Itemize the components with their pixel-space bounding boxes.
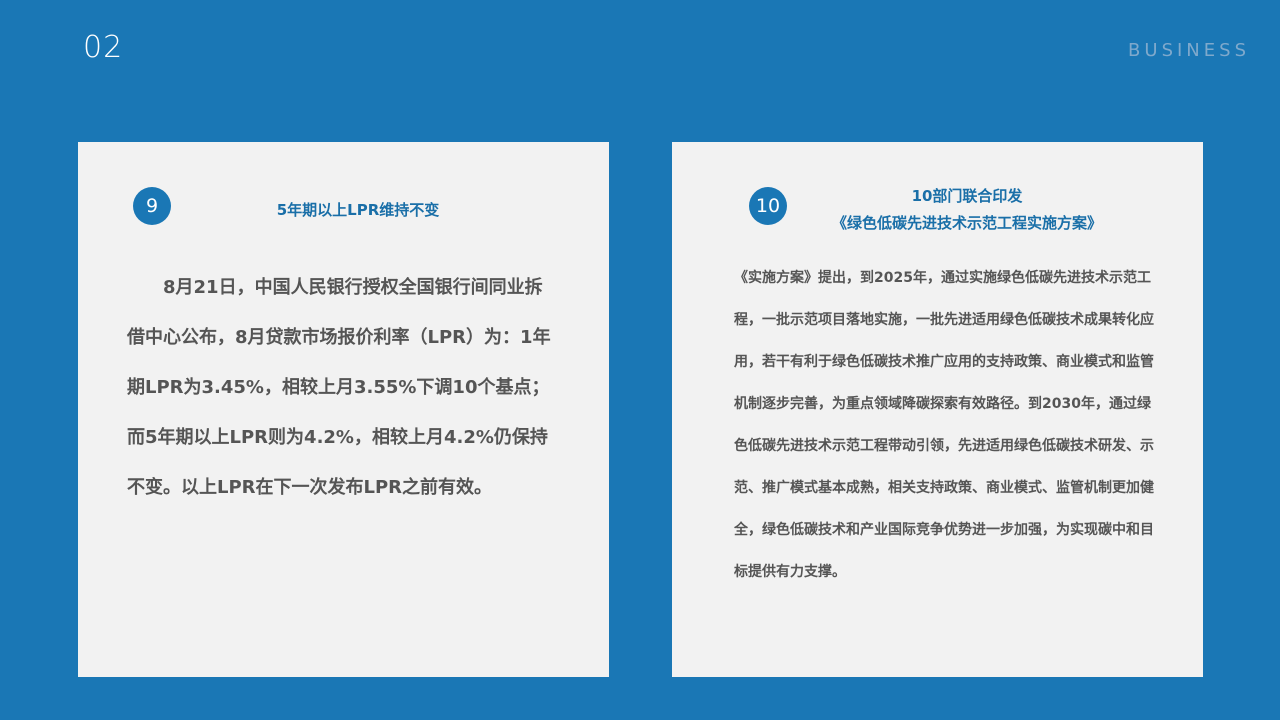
card-title-line: 《绿色低碳先进技术示范工程实施方案》 — [831, 214, 1102, 232]
card-body-text: 8月21日，中国人民银行授权全国银行间同业拆借中心公布，8月贷款市场报价利率（L… — [127, 277, 551, 498]
card-title: 10部门联合印发 《绿色低碳先进技术示范工程实施方案》 — [802, 183, 1132, 237]
card-title-line: 5年期以上LPR维持不变 — [276, 201, 440, 219]
card-body-text: 《实施方案》提出，到2025年，通过实施绿色低碳先进技术示范工程，一批示范项目落… — [734, 270, 1154, 580]
card-title-line: 10部门联合印发 — [911, 187, 1023, 205]
card-number-badge: 10 — [749, 187, 787, 225]
card-number-badge: 9 — [133, 187, 171, 225]
page-number: 02 — [83, 30, 124, 65]
brand-label: BUSINESS — [1128, 40, 1250, 61]
card-title: 5年期以上LPR维持不变 — [208, 197, 508, 224]
news-card-10: 10 10部门联合印发 《绿色低碳先进技术示范工程实施方案》 《实施方案》提出，… — [672, 142, 1203, 677]
news-card-9: 9 5年期以上LPR维持不变 8月21日，中国人民银行授权全国银行间同业拆借中心… — [78, 142, 609, 677]
